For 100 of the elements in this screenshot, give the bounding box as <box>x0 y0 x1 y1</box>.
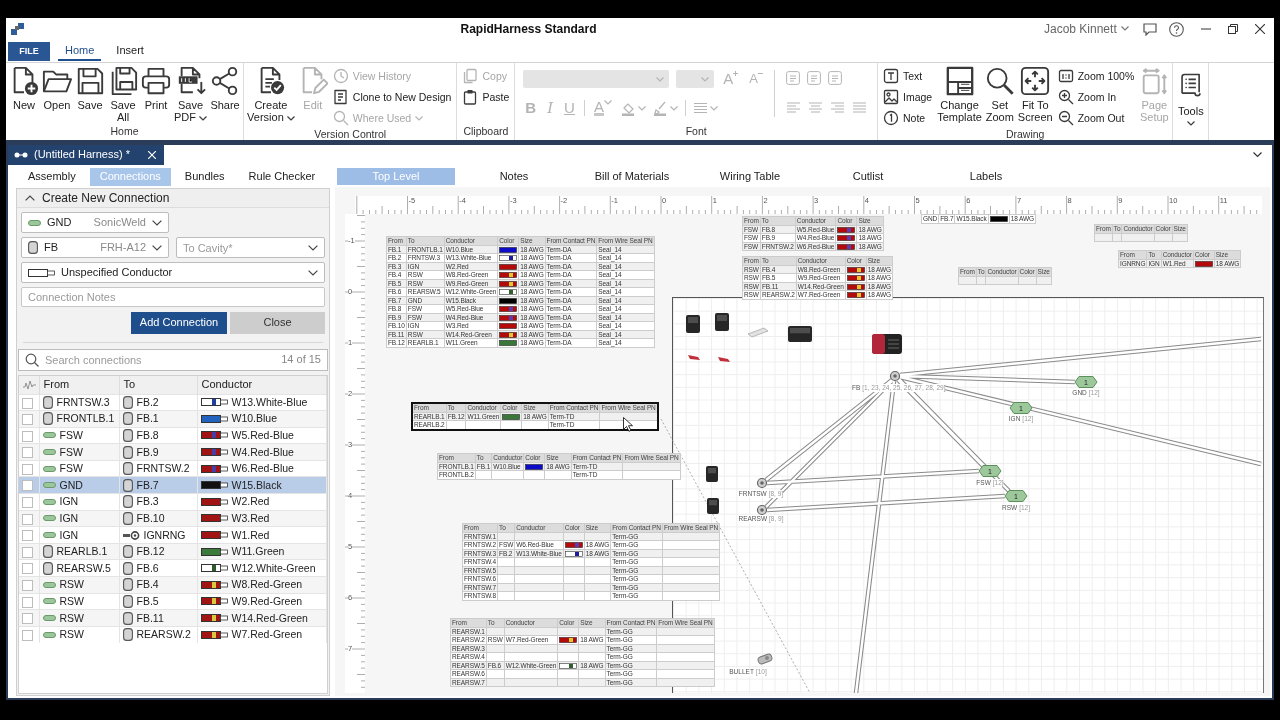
paragraph-style-icon[interactable] <box>828 71 842 85</box>
search-field[interactable]: Search connections 14 of 15 <box>18 349 328 371</box>
close-icon[interactable] <box>1254 24 1265 34</box>
wire-table[interactable] <box>386 236 655 348</box>
row-checkbox[interactable] <box>22 397 33 409</box>
to-dropdown[interactable]: FB FRH-A12 <box>21 237 169 258</box>
chevron-down-icon[interactable] <box>1253 152 1262 158</box>
create-version-button[interactable]: Create Version <box>246 66 296 123</box>
column-header[interactable]: Conductor <box>197 376 327 394</box>
align-center-icon[interactable] <box>808 100 823 114</box>
row-checkbox[interactable] <box>22 447 33 459</box>
ribbon-tab[interactable]: Home <box>58 40 102 62</box>
restore-icon[interactable] <box>1227 24 1238 34</box>
row-checkbox[interactable] <box>22 546 33 558</box>
connection-row[interactable]: REARSW.5 FB.6 W12.White-Green <box>19 559 327 577</box>
row-checkbox[interactable] <box>22 480 33 492</box>
save-all-button[interactable]: Save All <box>107 66 139 123</box>
brush-icon[interactable] <box>652 100 668 116</box>
notes-field[interactable]: Connection Notes <box>21 287 325 307</box>
paste-button[interactable]: Paste <box>460 87 512 107</box>
paragraph-style-icon[interactable] <box>807 71 821 85</box>
connection-row[interactable]: FSW FB.9 W4.Red-Blue <box>19 443 327 461</box>
image-button[interactable]: Image <box>881 87 935 107</box>
justify-icon[interactable] <box>852 100 867 114</box>
cavity-input[interactable]: To Cavity* <box>183 239 302 256</box>
zoom-out-button[interactable]: Zoom Out <box>1055 108 1137 128</box>
connector-icon <box>28 241 38 254</box>
wire-table[interactable] <box>462 523 721 601</box>
clone-button[interactable]: Clone to New Design <box>330 87 454 107</box>
row-checkbox[interactable] <box>22 430 33 442</box>
close-button[interactable]: Close <box>230 312 325 334</box>
view-tab[interactable]: Labels <box>927 168 1045 185</box>
align-left-icon[interactable] <box>786 100 801 114</box>
conductor-dropdown[interactable]: Unspecified Conductor <box>21 262 325 283</box>
connection-row[interactable]: IGN FB.3 W2.Red <box>19 493 327 511</box>
connection-row[interactable]: FRONTLB.1 FB.1 W10.Blue <box>19 410 327 428</box>
junction-node[interactable] <box>756 504 768 516</box>
paragraph-style-icon[interactable] <box>786 71 800 85</box>
row-checkbox[interactable] <box>22 580 33 592</box>
terminal-node[interactable] <box>756 652 774 666</box>
add-connection-button[interactable]: Add Connection <box>131 312 227 334</box>
connection-row[interactable]: RSW REARSW.2 W7.Red-Green <box>19 626 327 643</box>
connection-row[interactable]: FRNTSW.3 FB.2 W13.White-Blue <box>19 394 327 411</box>
cavity-dropdown[interactable]: To Cavity* <box>176 237 325 258</box>
ribbon-tab[interactable]: Insert <box>109 40 151 62</box>
column-header[interactable]: To <box>119 376 197 394</box>
align-right-icon[interactable] <box>830 100 845 114</box>
file-tab[interactable]: FILE <box>8 41 50 61</box>
row-checkbox[interactable] <box>22 563 33 575</box>
connection-row[interactable]: GND FB.7 W15.Black <box>19 476 327 494</box>
row-checkbox[interactable] <box>22 497 33 509</box>
set-zoom-button[interactable]: Set Zoom <box>983 66 1016 123</box>
connection-row[interactable]: FSW FB.8 W5.Red-Blue <box>19 427 327 444</box>
connection-row[interactable]: RSW FB.4 W8.Red-Green <box>19 576 327 594</box>
print-button[interactable]: Print <box>140 66 172 111</box>
search-input[interactable]: Search connections <box>45 351 276 369</box>
panel-tab[interactable]: Assembly <box>18 168 86 186</box>
row-checkbox[interactable] <box>22 630 33 642</box>
open-button[interactable]: Open <box>41 66 73 111</box>
panel-tab[interactable]: Bundles <box>174 168 235 186</box>
row-checkbox[interactable] <box>22 463 33 475</box>
save-button[interactable]: Save <box>74 66 106 111</box>
column-header[interactable]: From <box>39 376 119 394</box>
row-checkbox[interactable] <box>22 613 33 625</box>
chat-icon[interactable] <box>1142 22 1157 36</box>
view-tab[interactable]: Cutlist <box>809 168 927 185</box>
panel-tab[interactable]: Rule Checker <box>238 168 326 186</box>
text-button[interactable]: Text <box>881 66 935 86</box>
connection-row[interactable]: RSW FB.5 W9.Red-Green <box>19 593 327 610</box>
junction-node[interactable] <box>756 477 768 489</box>
row-checkbox[interactable] <box>22 596 33 608</box>
text-box-icon <box>883 68 899 84</box>
connection-row[interactable]: IGN FB.10 W3.Red <box>19 510 327 527</box>
view-tab[interactable]: Wiring Table <box>691 168 809 185</box>
document-tab[interactable]: (Untitled Harness) * <box>8 145 164 165</box>
account-menu[interactable]: Jacob Kinnett <box>1042 21 1131 37</box>
junction-node[interactable] <box>889 370 901 382</box>
zoom-100-button[interactable]: Zoom 100% <box>1055 66 1137 86</box>
tools-button[interactable]: Tools <box>1175 66 1207 126</box>
help-icon[interactable] <box>1168 21 1184 37</box>
connection-row[interactable]: FSW FRNTSW.2 W6.Red-Blue <box>19 460 327 477</box>
new-button[interactable]: New <box>8 66 40 111</box>
fit-to-screen-button[interactable]: Fit To Screen <box>1016 66 1054 123</box>
view-tab[interactable]: Bill of Materials <box>573 168 691 185</box>
connection-row[interactable]: REARLB.1 FB.12 W11.Green <box>19 543 327 560</box>
waveform-icon[interactable] <box>23 381 36 390</box>
change-template-button[interactable]: Change Template <box>936 66 983 123</box>
row-checkbox[interactable] <box>22 530 33 542</box>
zoom-in-button[interactable]: Zoom In <box>1055 87 1137 107</box>
connection-row[interactable]: RSW FB.11 W14.Red-Green <box>19 609 327 627</box>
connection-row[interactable]: IGN IGNRNG W1.Red <box>19 526 327 544</box>
view-tab[interactable]: Notes <box>455 168 573 185</box>
line-spacing-icon[interactable] <box>692 102 708 114</box>
share-button[interactable]: Share <box>209 66 242 111</box>
note-button[interactable]: Note <box>881 108 935 128</box>
row-checkbox[interactable] <box>22 513 33 525</box>
wire-table[interactable] <box>450 618 715 687</box>
row-checkbox[interactable] <box>22 414 33 426</box>
from-dropdown[interactable]: GND SonicWeld <box>21 212 169 233</box>
save-pdf-button[interactable]: Save PDF <box>173 66 209 123</box>
